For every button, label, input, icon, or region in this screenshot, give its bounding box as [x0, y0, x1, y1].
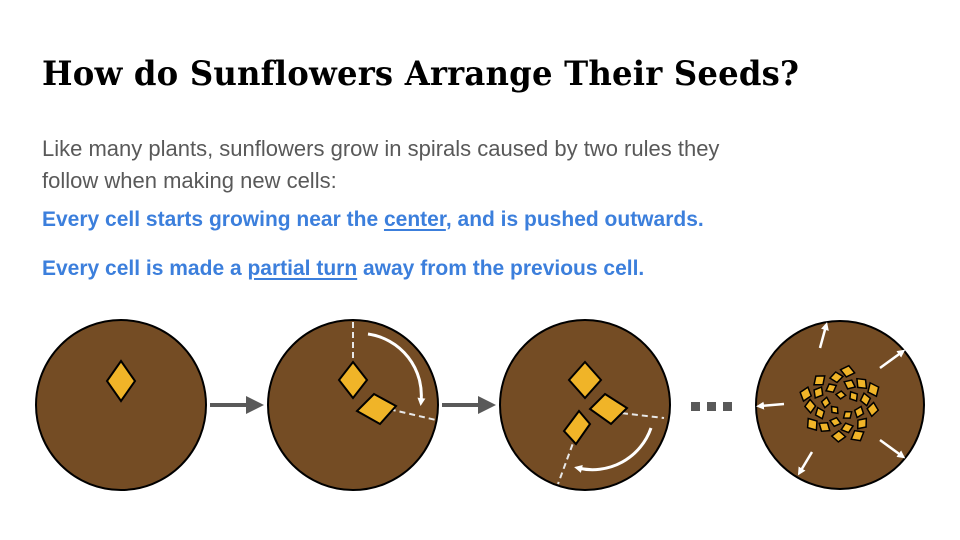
intro-text: Like many plants, sunflowers grow in spi…	[42, 136, 720, 193]
right-arrow-icon	[210, 396, 264, 414]
seed-arrangement-diagram	[35, 319, 925, 491]
ellipsis	[691, 402, 732, 411]
stage-one-seed	[35, 319, 207, 491]
rule-one-text-start: Every cell starts growing near the	[42, 208, 384, 231]
stage-many-seeds	[755, 320, 925, 490]
rule-one-text-end: , and is pushed outwards.	[445, 208, 704, 231]
rule-one: Every cell starts growing near the cente…	[42, 208, 704, 232]
slide-title: How do Sunflowers Arrange Their Seeds?	[42, 54, 800, 94]
flower-disk	[499, 319, 671, 491]
stage-three-seeds	[499, 319, 671, 491]
right-arrow-icon	[442, 396, 496, 414]
rule-two-text-start: Every cell is made a	[42, 257, 248, 280]
rule-two: Every cell is made a partial turn away f…	[42, 257, 644, 281]
rule-two-emphasis: partial turn	[247, 257, 358, 280]
stage-two-seeds	[267, 319, 439, 491]
rule-two-text-end: away from the previous cell.	[357, 257, 645, 280]
rule-one-emphasis: center	[383, 208, 446, 231]
flower-disk	[35, 319, 207, 491]
